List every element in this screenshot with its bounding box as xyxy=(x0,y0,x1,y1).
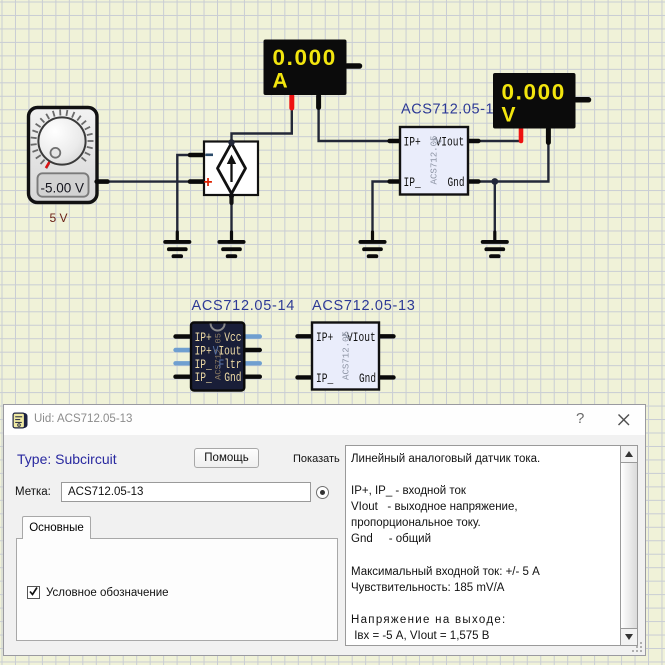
svg-text:0.000: 0.000 xyxy=(273,45,337,70)
svg-text:0.000: 0.000 xyxy=(502,80,566,105)
svg-text:ACS712.05: ACS712.05 xyxy=(342,331,352,380)
svg-text:-5.00 V: -5.00 V xyxy=(41,181,85,196)
svg-text:+: + xyxy=(204,174,213,191)
svg-text:V: V xyxy=(502,104,516,127)
svg-text:IP+: IP+ xyxy=(316,330,333,345)
svg-text:Gnd: Gnd xyxy=(448,175,465,190)
svg-text:IP+: IP+ xyxy=(404,135,421,150)
svg-text:IP_: IP_ xyxy=(316,371,333,386)
svg-text:ACS712.05: ACS712.05 xyxy=(430,136,440,185)
svg-text:5 V: 5 V xyxy=(50,211,68,225)
svg-text:IP_: IP_ xyxy=(404,175,421,190)
svg-text:A: A xyxy=(273,70,288,93)
svg-text:ACS712.05-14: ACS712.05-14 xyxy=(192,298,296,314)
svg-text:ACS712.05-1: ACS712.05-1 xyxy=(401,102,494,118)
svg-text:ACS712.05-13: ACS712.05-13 xyxy=(312,298,416,314)
svg-text:Gnd: Gnd xyxy=(224,370,241,385)
svg-text:IP_: IP_ xyxy=(195,370,212,385)
svg-text:Gnd: Gnd xyxy=(359,371,376,386)
